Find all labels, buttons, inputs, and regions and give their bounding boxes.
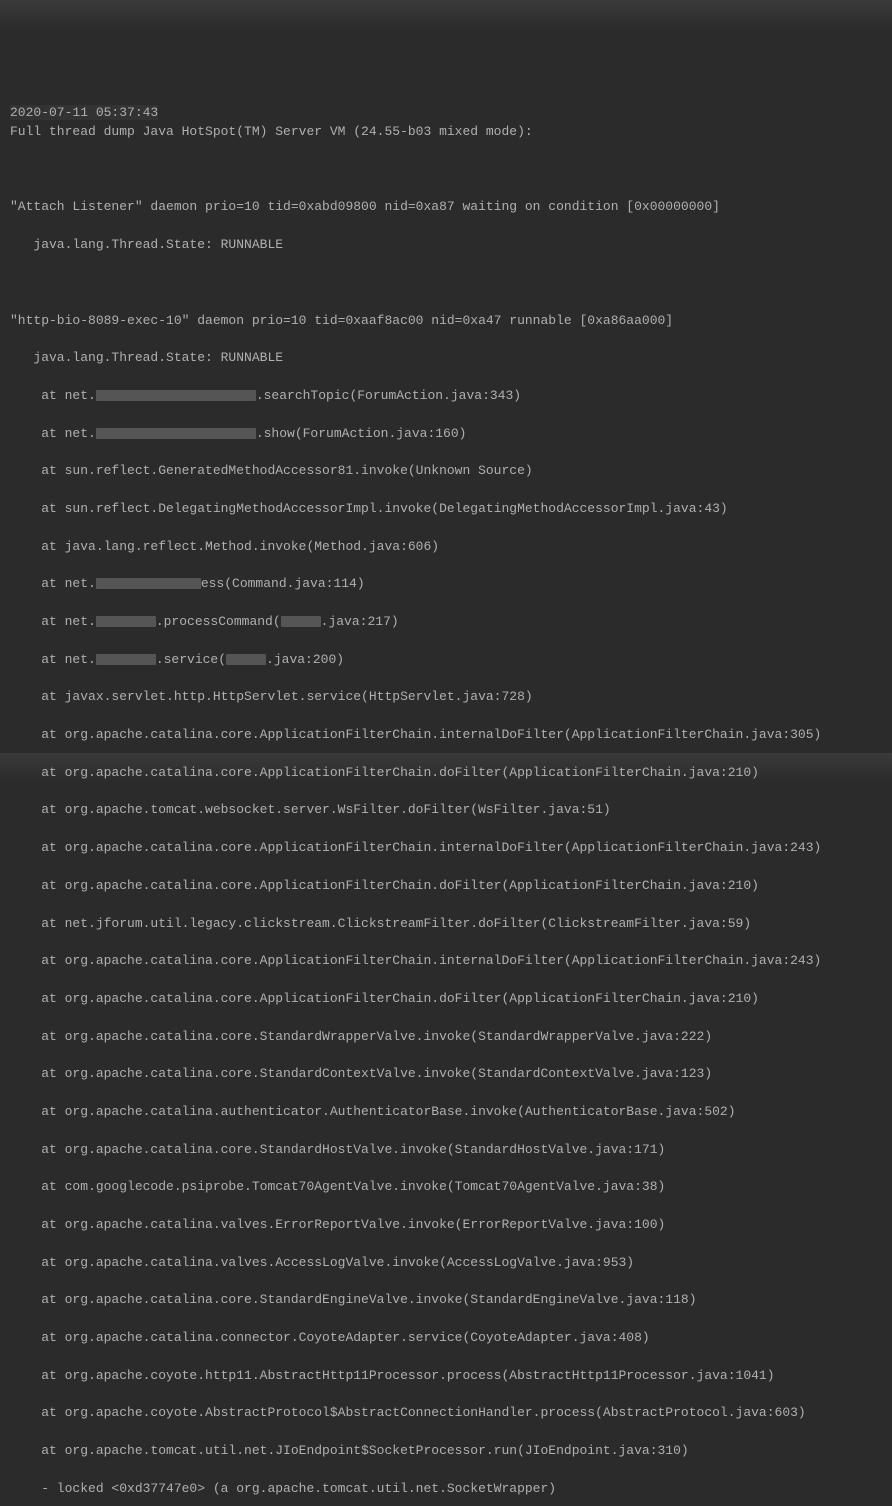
thread-state: java.lang.Thread.State: RUNNABLE bbox=[10, 236, 882, 255]
stack-frame: at org.apache.catalina.core.StandardCont… bbox=[10, 1065, 882, 1084]
redacted-text bbox=[96, 616, 156, 627]
dump-timestamp: 2020-07-11 05:37:43 bbox=[10, 105, 158, 120]
stack-frame: at org.apache.catalina.core.ApplicationF… bbox=[10, 839, 882, 858]
redacted-text bbox=[226, 654, 266, 665]
stack-frame: at org.apache.catalina.valves.AccessLogV… bbox=[10, 1254, 882, 1273]
redacted-text bbox=[96, 578, 201, 589]
stack-trace: at net..searchTopic(ForumAction.java:343… bbox=[10, 387, 882, 1506]
thread-state: java.lang.Thread.State: RUNNABLE bbox=[10, 349, 882, 368]
stack-frame: at net..show(ForumAction.java:160) bbox=[10, 425, 882, 444]
stack-frame: at org.apache.catalina.core.StandardHost… bbox=[10, 1141, 882, 1160]
stack-frame: at org.apache.catalina.core.ApplicationF… bbox=[10, 726, 882, 745]
stack-frame: at java.lang.reflect.Method.invoke(Metho… bbox=[10, 538, 882, 557]
redacted-text bbox=[96, 654, 156, 665]
stack-frame: at net..processCommand(.java:217) bbox=[10, 613, 882, 632]
redacted-text bbox=[96, 390, 256, 401]
stack-frame: at org.apache.catalina.valves.ErrorRepor… bbox=[10, 1216, 882, 1235]
stack-frame: at net..searchTopic(ForumAction.java:343… bbox=[10, 387, 882, 406]
stack-frame: at net..service(.java:200) bbox=[10, 651, 882, 670]
thread-dump-output[interactable]: 2020-07-11 05:37:43 Full thread dump Jav… bbox=[10, 85, 882, 1506]
stack-frame: at net.jforum.util.legacy.clickstream.Cl… bbox=[10, 915, 882, 934]
stack-frame: at org.apache.coyote.http11.AbstractHttp… bbox=[10, 1367, 882, 1386]
stack-frame: at net.ess(Command.java:114) bbox=[10, 575, 882, 594]
stack-frame: - locked <0xd37747e0> (a org.apache.tomc… bbox=[10, 1480, 882, 1499]
stack-frame: at org.apache.tomcat.websocket.server.Ws… bbox=[10, 801, 882, 820]
blank-line bbox=[10, 161, 882, 180]
stack-frame: at org.apache.catalina.connector.CoyoteA… bbox=[10, 1329, 882, 1348]
thread-title: "Attach Listener" daemon prio=10 tid=0xa… bbox=[10, 198, 882, 217]
stack-frame: at org.apache.catalina.core.ApplicationF… bbox=[10, 877, 882, 896]
stack-frame: at org.apache.catalina.core.ApplicationF… bbox=[10, 990, 882, 1009]
stack-frame: at org.apache.tomcat.util.net.JIoEndpoin… bbox=[10, 1442, 882, 1461]
stack-frame: at javax.servlet.http.HttpServlet.servic… bbox=[10, 688, 882, 707]
blank-line bbox=[10, 274, 882, 293]
stack-frame: at org.apache.catalina.core.StandardWrap… bbox=[10, 1028, 882, 1047]
stack-frame: at com.googlecode.psiprobe.Tomcat70Agent… bbox=[10, 1178, 882, 1197]
stack-frame: at org.apache.catalina.authenticator.Aut… bbox=[10, 1103, 882, 1122]
dump-header: Full thread dump Java HotSpot(TM) Server… bbox=[10, 123, 882, 142]
stack-frame: at sun.reflect.GeneratedMethodAccessor81… bbox=[10, 462, 882, 481]
stack-frame: at org.apache.catalina.core.ApplicationF… bbox=[10, 952, 882, 971]
thread-title: "http-bio-8089-exec-10" daemon prio=10 t… bbox=[10, 312, 882, 331]
stack-frame: at sun.reflect.DelegatingMethodAccessorI… bbox=[10, 500, 882, 519]
redacted-text bbox=[281, 616, 321, 627]
stack-frame: at org.apache.catalina.core.StandardEngi… bbox=[10, 1291, 882, 1310]
redacted-text bbox=[96, 428, 256, 439]
stack-frame: at org.apache.catalina.core.ApplicationF… bbox=[10, 764, 882, 783]
stack-frame: at org.apache.coyote.AbstractProtocol$Ab… bbox=[10, 1404, 882, 1423]
